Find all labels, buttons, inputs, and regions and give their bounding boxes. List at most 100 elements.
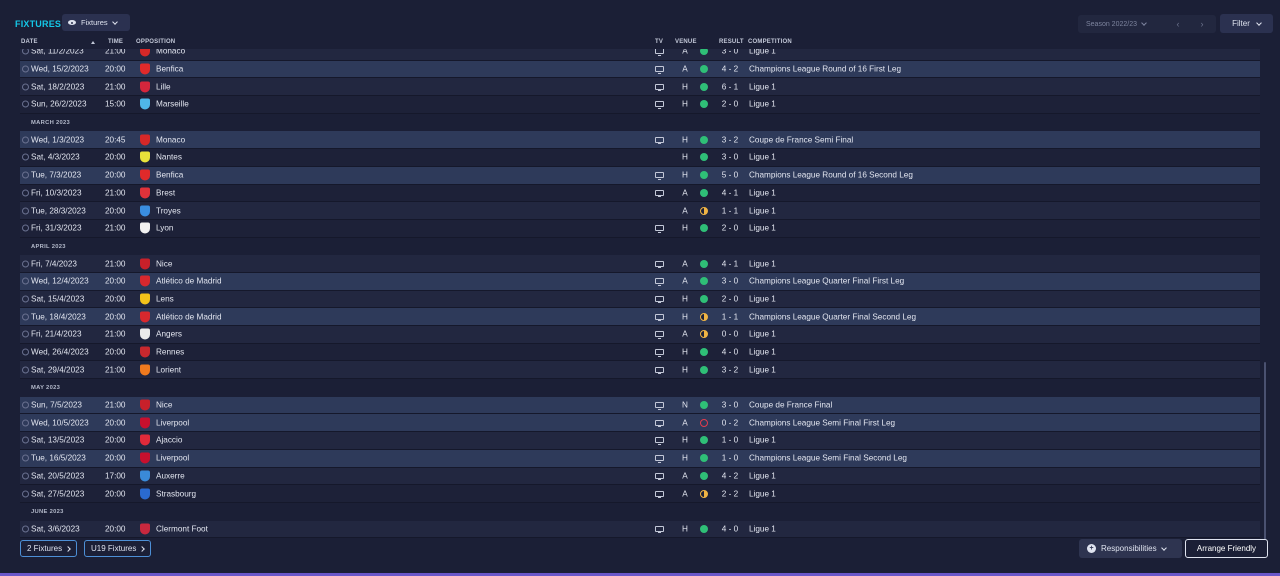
fixture-row[interactable]: Sat, 29/4/2023 21:00 Lorient H 3 - 2 Ligue 1 <box>20 361 1260 380</box>
match-result[interactable]: 4 - 1 <box>715 188 745 197</box>
match-result[interactable]: 4 - 1 <box>715 259 745 268</box>
opposition-name[interactable]: Nice <box>156 259 172 268</box>
opposition-name[interactable]: Strasbourg <box>156 489 196 498</box>
season-selector[interactable]: Season 2022/23 ‹ › <box>1078 15 1216 33</box>
fixture-row[interactable]: Sat, 18/2/2023 21:00 Lille H 6 - 1 Ligue 1 <box>20 78 1260 97</box>
fixture-row[interactable]: Tue, 16/5/2023 20:00 Liverpool H 1 - 0 Champi… <box>20 449 1260 468</box>
fixtures-list[interactable]: Sat, 11/2/2023 21:00 Monaco A 3 - 0 Ligue 1 We… <box>20 49 1260 539</box>
season-next-button[interactable]: › <box>1190 19 1214 29</box>
fixture-row[interactable]: Wed, 1/3/2023 20:45 Monaco H 3 - 2 Coupe de F… <box>20 131 1260 150</box>
fixture-row[interactable]: Sun, 26/2/2023 15:00 Marseille H 2 - 0 Ligue … <box>20 96 1260 114</box>
competition-name[interactable]: Ligue 1 <box>749 259 776 268</box>
competition-name[interactable]: Ligue 1 <box>749 188 776 197</box>
fixture-row[interactable]: Fri, 7/4/2023 21:00 Nice A 4 - 1 Ligue 1 <box>20 255 1260 273</box>
competition-name[interactable]: Ligue 1 <box>749 100 776 109</box>
opposition-name[interactable]: Liverpool <box>156 454 189 463</box>
fixture-row[interactable]: Sun, 7/5/2023 21:00 Nice N 3 - 0 Coupe de Fra… <box>20 396 1260 415</box>
match-result[interactable]: 6 - 1 <box>715 82 745 91</box>
competition-name[interactable]: Ligue 1 <box>749 82 776 91</box>
fixture-row[interactable]: Fri, 10/3/2023 21:00 Brest A 4 - 1 Ligue 1 <box>20 184 1260 203</box>
header-time[interactable]: TIME <box>108 39 123 45</box>
header-venue[interactable]: VENUE <box>675 39 697 45</box>
opposition-name[interactable]: Ajaccio <box>156 436 182 445</box>
fixture-row[interactable]: Sat, 27/5/2023 20:00 Strasbourg A 2 - 2 Ligue… <box>20 485 1260 503</box>
competition-name[interactable]: Ligue 1 <box>749 224 776 233</box>
match-result[interactable]: 3 - 0 <box>715 277 745 286</box>
fixture-row[interactable]: Tue, 7/3/2023 20:00 Benfica H 5 - 0 Champions… <box>20 166 1260 185</box>
match-result[interactable]: 2 - 0 <box>715 224 745 233</box>
header-opposition[interactable]: OPPOSITION <box>136 39 175 45</box>
competition-name[interactable]: Ligue 1 <box>749 348 776 357</box>
arrange-friendly-button[interactable]: Arrange Friendly <box>1185 539 1268 558</box>
opposition-name[interactable]: Liverpool <box>156 418 189 427</box>
fixture-row[interactable]: Sat, 3/6/2023 20:00 Clermont Foot H 4 - 0 Lig… <box>20 520 1260 539</box>
opposition-name[interactable]: Monaco <box>156 135 185 144</box>
match-result[interactable]: 0 - 2 <box>715 418 745 427</box>
competition-name[interactable]: Ligue 1 <box>749 294 776 303</box>
competition-name[interactable]: Ligue 1 <box>749 49 776 56</box>
competition-name[interactable]: Champions League Quarter Final Second Le… <box>749 312 916 321</box>
opposition-name[interactable]: Rennes <box>156 348 184 357</box>
opposition-name[interactable]: Clermont Foot <box>156 524 208 533</box>
view-dropdown[interactable]: Fixtures <box>62 14 130 31</box>
fixture-row[interactable]: Sat, 4/3/2023 20:00 Nantes H 3 - 0 Ligue 1 <box>20 149 1260 167</box>
opposition-name[interactable]: Nantes <box>156 153 182 162</box>
competition-name[interactable]: Coupe de France Semi Final <box>749 135 853 144</box>
match-result[interactable]: 2 - 0 <box>715 100 745 109</box>
u19-fixtures-button[interactable]: U19 Fixtures <box>84 540 152 557</box>
match-result[interactable]: 4 - 0 <box>715 524 745 533</box>
header-date[interactable]: DATE <box>21 39 38 45</box>
match-result[interactable]: 4 - 2 <box>715 65 745 74</box>
competition-name[interactable]: Champions League Round of 16 First Leg <box>749 65 901 74</box>
fixture-row[interactable]: Sat, 20/5/2023 17:00 Auxerre A 4 - 2 Ligue 1 <box>20 467 1260 486</box>
opposition-name[interactable]: Monaco <box>156 49 185 56</box>
competition-name[interactable]: Ligue 1 <box>749 489 776 498</box>
opposition-name[interactable]: Auxerre <box>156 471 185 480</box>
opposition-name[interactable]: Lorient <box>156 365 181 374</box>
opposition-name[interactable]: Brest <box>156 188 175 197</box>
competition-name[interactable]: Ligue 1 <box>749 153 776 162</box>
competition-name[interactable]: Ligue 1 <box>749 365 776 374</box>
scrollbar[interactable] <box>1264 362 1266 540</box>
match-result[interactable]: 5 - 0 <box>715 171 745 180</box>
fixture-row[interactable]: Wed, 12/4/2023 20:00 Atlético de Madrid A 3 … <box>20 272 1260 291</box>
competition-name[interactable]: Ligue 1 <box>749 206 776 215</box>
fixture-row[interactable]: Sat, 11/2/2023 21:00 Monaco A 3 - 0 Ligue 1 <box>20 49 1260 61</box>
competition-name[interactable]: Champions League Quarter Final First Leg <box>749 277 904 286</box>
fixture-row[interactable]: Tue, 28/3/2023 20:00 Troyes A 1 - 1 Ligue 1 <box>20 202 1260 220</box>
match-result[interactable]: 1 - 0 <box>715 454 745 463</box>
fixture-row[interactable]: Wed, 10/5/2023 20:00 Liverpool A 0 - 2 Champi… <box>20 414 1260 433</box>
opposition-name[interactable]: Lens <box>156 294 174 303</box>
fixture-row[interactable]: Fri, 21/4/2023 21:00 Angers A 0 - 0 Ligue 1 <box>20 326 1260 344</box>
competition-name[interactable]: Champions League Round of 16 Second Leg <box>749 171 913 180</box>
match-result[interactable]: 3 - 2 <box>715 135 745 144</box>
opposition-name[interactable]: Marseille <box>156 100 189 109</box>
opposition-name[interactable]: Angers <box>156 330 182 339</box>
match-result[interactable]: 2 - 2 <box>715 489 745 498</box>
opposition-name[interactable]: Troyes <box>156 206 181 215</box>
fixture-row[interactable]: Tue, 18/4/2023 20:00 Atlético de Madrid H 1 … <box>20 308 1260 326</box>
fixtures-count-button[interactable]: 2 Fixtures <box>20 540 78 557</box>
opposition-name[interactable]: Lille <box>156 82 171 91</box>
competition-name[interactable]: Champions League Semi Final Second Leg <box>749 454 907 463</box>
match-result[interactable]: 3 - 0 <box>715 153 745 162</box>
fixture-row[interactable]: Sat, 13/5/2023 20:00 Ajaccio H 1 - 0 Ligue 1 <box>20 432 1260 450</box>
opposition-name[interactable]: Nice <box>156 401 172 410</box>
header-tv[interactable]: TV <box>655 39 663 45</box>
opposition-name[interactable]: Benfica <box>156 171 183 180</box>
competition-name[interactable]: Champions League Semi Final First Leg <box>749 418 895 427</box>
opposition-name[interactable]: Benfica <box>156 65 183 74</box>
match-result[interactable]: 4 - 2 <box>715 471 745 480</box>
opposition-name[interactable]: Atlético de Madrid <box>156 277 222 286</box>
match-result[interactable]: 3 - 0 <box>715 49 745 56</box>
match-result[interactable]: 1 - 1 <box>715 312 745 321</box>
opposition-name[interactable]: Lyon <box>156 224 173 233</box>
match-result[interactable]: 2 - 0 <box>715 294 745 303</box>
fixture-row[interactable]: Sat, 15/4/2023 20:00 Lens H 2 - 0 Ligue 1 <box>20 290 1260 309</box>
header-competition[interactable]: COMPETITION <box>748 39 792 45</box>
season-prev-button[interactable]: ‹ <box>1166 19 1190 29</box>
competition-name[interactable]: Coupe de France Final <box>749 401 832 410</box>
competition-name[interactable]: Ligue 1 <box>749 524 776 533</box>
competition-name[interactable]: Ligue 1 <box>749 330 776 339</box>
fixture-row[interactable]: Wed, 15/2/2023 20:00 Benfica A 4 - 2 Champion… <box>20 60 1260 79</box>
